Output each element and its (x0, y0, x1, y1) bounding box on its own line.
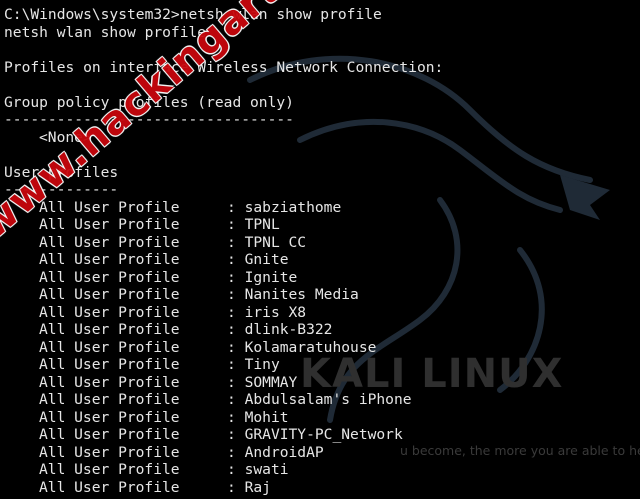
profile-name: AndroidAP (244, 443, 324, 461)
group-policy-header: Group policy profiles (read only) (4, 93, 294, 111)
profile-label: All User Profile (39, 443, 180, 461)
profile-row: All User Profile: sabziathome (4, 199, 443, 217)
profile-name: Mohit (244, 408, 289, 426)
profile-separator: : (227, 478, 236, 496)
profile-label: All User Profile (39, 408, 180, 426)
profile-row: All User Profile: TPNL (4, 216, 443, 234)
profile-row: All User Profile: Abdulsalam's iPhone (4, 391, 443, 409)
profile-label: All User Profile (39, 461, 180, 478)
terminal-window[interactable]: KALI LINUX u become, the more you are ab… (0, 0, 640, 499)
profile-name: swati (244, 461, 289, 478)
profile-name: sabziathome (244, 198, 342, 216)
group-policy-rule: --------------------------------- (4, 111, 294, 128)
profile-separator: : (227, 356, 236, 373)
profile-name: Raj (244, 478, 271, 496)
terminal-output: C:\Windows\system32>netsh wlan show prof… (4, 6, 443, 496)
interface-line: Profiles on interface Wireless Network C… (4, 58, 444, 76)
profile-separator: : (227, 216, 236, 233)
profile-separator: : (227, 408, 236, 426)
profile-separator: : (227, 251, 236, 268)
profile-label: All User Profile (39, 233, 180, 251)
profile-name: Ignite (244, 268, 298, 286)
profile-name: iris X8 (244, 303, 307, 321)
profile-name: Kolamaratuhouse (244, 338, 377, 356)
profile-label: All User Profile (39, 251, 180, 268)
profile-row: All User Profile: swati (4, 461, 443, 479)
profile-label: All User Profile (39, 321, 180, 338)
profile-name: TPNL (244, 216, 280, 233)
profile-row: All User Profile: dlink-B322 (4, 321, 443, 339)
profile-row: All User Profile: Tiny (4, 356, 443, 374)
profile-separator: : (227, 321, 236, 338)
profile-separator: : (227, 303, 236, 321)
profile-name: SOMMAY (244, 373, 298, 391)
profile-separator: : (227, 198, 236, 216)
profile-separator: : (227, 373, 236, 391)
profile-name: Gnite (244, 251, 289, 268)
profile-separator: : (227, 268, 236, 286)
profile-row: All User Profile: Raj (4, 479, 443, 497)
profile-separator: : (227, 391, 236, 408)
profile-row: All User Profile: Nanites Media (4, 286, 443, 304)
profile-label: All User Profile (39, 198, 180, 216)
profile-label: All User Profile (39, 373, 180, 391)
profile-list: All User Profile: sabziathome All User Pr… (4, 199, 443, 497)
profile-name: dlink-B322 (244, 321, 333, 338)
profile-row: All User Profile: iris X8 (4, 304, 443, 322)
profile-label: All User Profile (39, 338, 180, 356)
profile-row: All User Profile: GRAVITY-PC_Network (4, 426, 443, 444)
profile-separator: : (227, 233, 236, 251)
profile-label: All User Profile (39, 391, 180, 408)
profile-name: TPNL CC (244, 233, 307, 251)
profile-name: Nanites Media (244, 286, 359, 303)
profile-row: All User Profile: Mohit (4, 409, 443, 427)
profile-label: All User Profile (39, 216, 180, 233)
profile-separator: : (227, 443, 236, 461)
profile-label: All User Profile (39, 356, 180, 373)
profile-label: All User Profile (39, 286, 180, 303)
profile-row: All User Profile: SOMMAY (4, 374, 443, 392)
profile-label: All User Profile (39, 478, 180, 496)
profile-row: All User Profile: Kolamaratuhouse (4, 339, 443, 357)
profile-separator: : (227, 286, 236, 303)
profile-row: All User Profile: TPNL CC (4, 234, 443, 252)
profile-label: All User Profile (39, 303, 180, 321)
profile-separator: : (227, 461, 236, 478)
profile-name: Abdulsalam's iPhone (244, 391, 412, 408)
profile-separator: : (227, 426, 236, 443)
profile-label: All User Profile (39, 268, 180, 286)
profile-name: Tiny (244, 356, 280, 373)
profile-row: All User Profile: AndroidAP (4, 444, 443, 462)
profile-name: GRAVITY-PC_Network (244, 426, 403, 443)
profile-row: All User Profile: Gnite (4, 251, 443, 269)
profile-row: All User Profile: Ignite (4, 269, 443, 287)
profile-label: All User Profile (39, 426, 180, 443)
profile-separator: : (227, 338, 236, 356)
